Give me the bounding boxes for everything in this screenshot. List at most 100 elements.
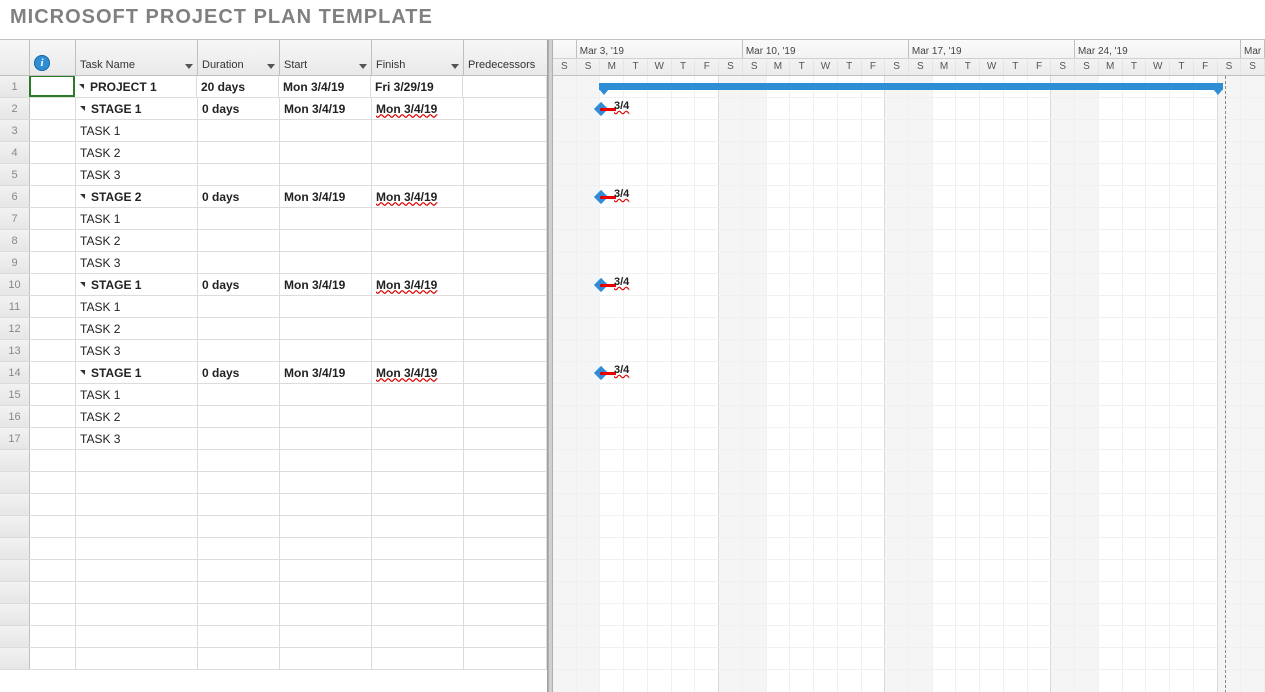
duration-cell[interactable]: [198, 450, 280, 471]
gantt-row[interactable]: [553, 494, 1265, 516]
row-number[interactable]: [0, 582, 30, 603]
milestone-marker[interactable]: 3/4: [596, 366, 610, 380]
gantt-row[interactable]: [553, 582, 1265, 604]
info-cell[interactable]: [30, 516, 76, 537]
day-cell[interactable]: M: [933, 58, 957, 76]
chevron-down-icon[interactable]: [267, 64, 275, 69]
predecessors-cell[interactable]: [464, 120, 547, 141]
name-column-header[interactable]: Task Name: [76, 40, 198, 75]
duration-cell[interactable]: [198, 516, 280, 537]
row-number[interactable]: 4: [0, 142, 30, 163]
task-name-cell[interactable]: TASK 3: [76, 164, 198, 185]
table-row[interactable]: [0, 494, 547, 516]
duration-cell[interactable]: [198, 340, 280, 361]
task-name-cell[interactable]: TASK 2: [76, 318, 198, 339]
start-cell[interactable]: [280, 318, 372, 339]
gantt-row[interactable]: 3/4: [553, 186, 1265, 208]
row-number[interactable]: 13: [0, 340, 30, 361]
start-cell[interactable]: [280, 604, 372, 625]
row-number[interactable]: 12: [0, 318, 30, 339]
day-cell[interactable]: S: [909, 58, 933, 76]
table-row[interactable]: 13TASK 3: [0, 340, 547, 362]
predecessors-cell[interactable]: [464, 626, 547, 647]
start-cell[interactable]: Mon 3/4/19: [280, 274, 372, 295]
collapse-icon[interactable]: [80, 282, 85, 287]
gantt-row[interactable]: [553, 230, 1265, 252]
info-cell[interactable]: [30, 296, 76, 317]
task-name-cell[interactable]: STAGE 1: [76, 98, 198, 119]
row-number[interactable]: [0, 450, 30, 471]
task-name-cell[interactable]: [76, 604, 198, 625]
milestone-marker[interactable]: 3/4: [596, 278, 610, 292]
predecessors-cell[interactable]: [464, 164, 547, 185]
predecessors-cell[interactable]: [464, 318, 547, 339]
day-cell[interactable]: T: [672, 58, 696, 76]
row-number[interactable]: 8: [0, 230, 30, 251]
row-number[interactable]: 9: [0, 252, 30, 273]
day-cell[interactable]: M: [1099, 58, 1123, 76]
row-number[interactable]: 3: [0, 120, 30, 141]
row-number[interactable]: 11: [0, 296, 30, 317]
table-row[interactable]: [0, 648, 547, 670]
info-cell[interactable]: [30, 230, 76, 251]
start-cell[interactable]: [280, 384, 372, 405]
week-cell[interactable]: Mar: [1241, 40, 1265, 58]
table-row[interactable]: 3TASK 1: [0, 120, 547, 142]
finish-cell[interactable]: [372, 208, 464, 229]
row-number[interactable]: [0, 538, 30, 559]
finish-cell[interactable]: [372, 164, 464, 185]
duration-cell[interactable]: 0 days: [198, 98, 280, 119]
start-cell[interactable]: Mon 3/4/19: [280, 362, 372, 383]
milestone-marker[interactable]: 3/4: [596, 102, 610, 116]
info-cell[interactable]: [30, 318, 76, 339]
start-cell[interactable]: [280, 648, 372, 669]
info-cell[interactable]: [30, 428, 76, 449]
duration-cell[interactable]: [198, 296, 280, 317]
task-name-cell[interactable]: STAGE 1: [76, 362, 198, 383]
start-column-header[interactable]: Start: [280, 40, 372, 75]
finish-cell[interactable]: Mon 3/4/19: [372, 274, 464, 295]
predecessors-cell[interactable]: [464, 296, 547, 317]
start-cell[interactable]: [280, 626, 372, 647]
gantt-row[interactable]: [553, 450, 1265, 472]
table-row[interactable]: [0, 516, 547, 538]
day-cell[interactable]: W: [980, 58, 1004, 76]
row-number[interactable]: [0, 604, 30, 625]
day-cell[interactable]: W: [814, 58, 838, 76]
table-row[interactable]: [0, 450, 547, 472]
task-name-cell[interactable]: TASK 2: [76, 230, 198, 251]
finish-cell[interactable]: [372, 252, 464, 273]
row-number[interactable]: 16: [0, 406, 30, 427]
finish-cell[interactable]: [372, 318, 464, 339]
duration-cell[interactable]: [198, 582, 280, 603]
gantt-row[interactable]: [553, 406, 1265, 428]
finish-cell[interactable]: [372, 406, 464, 427]
task-name-cell[interactable]: TASK 1: [76, 296, 198, 317]
task-name-cell[interactable]: TASK 1: [76, 208, 198, 229]
finish-cell[interactable]: [372, 142, 464, 163]
day-cell[interactable]: F: [1028, 58, 1052, 76]
finish-cell[interactable]: [372, 296, 464, 317]
row-number[interactable]: [0, 560, 30, 581]
table-row[interactable]: 4TASK 2: [0, 142, 547, 164]
row-number[interactable]: 1: [0, 76, 30, 97]
predecessors-cell[interactable]: [464, 406, 547, 427]
gantt-row[interactable]: [553, 560, 1265, 582]
start-cell[interactable]: [280, 494, 372, 515]
predecessors-cell[interactable]: [464, 516, 547, 537]
start-cell[interactable]: [280, 428, 372, 449]
info-cell[interactable]: [30, 186, 76, 207]
day-cell[interactable]: S: [1241, 58, 1265, 76]
gantt-row[interactable]: 3/4: [553, 274, 1265, 296]
gantt-row[interactable]: [553, 318, 1265, 340]
predecessors-cell[interactable]: [464, 428, 547, 449]
predecessors-cell[interactable]: [464, 494, 547, 515]
gantt-row[interactable]: [553, 296, 1265, 318]
gantt-row[interactable]: [553, 208, 1265, 230]
start-cell[interactable]: [280, 252, 372, 273]
day-cell[interactable]: T: [1170, 58, 1194, 76]
table-row[interactable]: 11 TASK 1: [0, 296, 547, 318]
rownum-header[interactable]: [0, 40, 30, 75]
finish-cell[interactable]: [372, 648, 464, 669]
collapse-icon[interactable]: [80, 106, 85, 111]
